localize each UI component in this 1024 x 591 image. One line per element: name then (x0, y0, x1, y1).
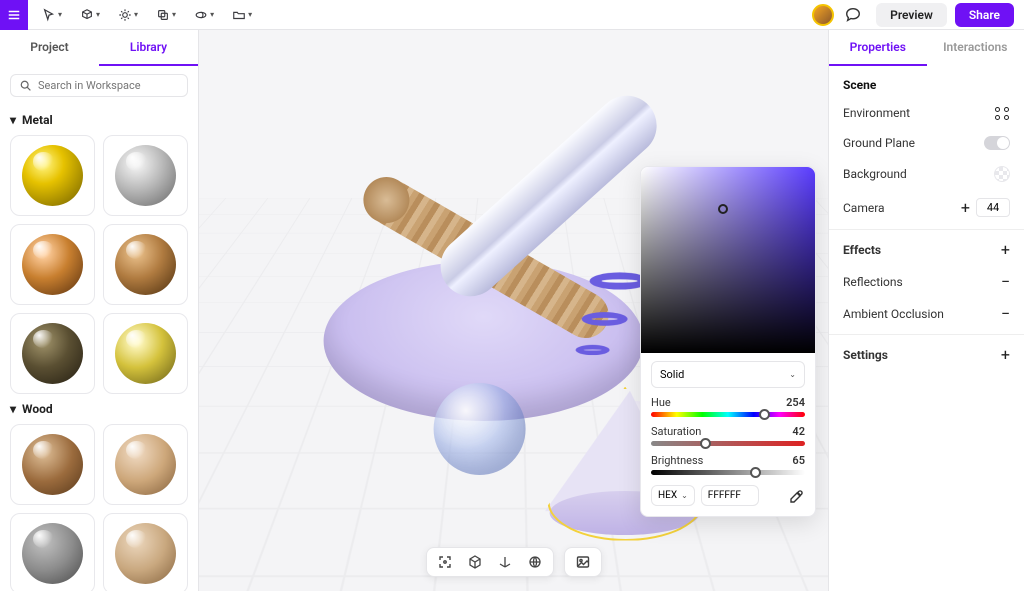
environment-presets-icon[interactable] (995, 107, 1010, 120)
image-view-icon[interactable] (575, 554, 591, 570)
hue-slider[interactable] (651, 412, 805, 417)
section-label-wood: Wood (22, 402, 53, 416)
glass-sphere-object[interactable] (433, 383, 525, 475)
tab-properties[interactable]: Properties (829, 30, 927, 66)
hue-label: Hue (651, 396, 671, 409)
fill-mode-label: Solid (660, 368, 684, 381)
reflections-label: Reflections (843, 275, 903, 289)
color-mode-label: HEX (658, 490, 677, 501)
material-dark-metal[interactable] (10, 313, 95, 394)
folder-tool[interactable]: ▾ (232, 8, 252, 22)
add-effect-button[interactable]: + (1001, 242, 1010, 258)
camera-fov-input[interactable] (976, 198, 1010, 217)
ring-object-2[interactable] (581, 312, 627, 326)
user-avatar[interactable] (812, 4, 834, 26)
material-wood-b[interactable] (103, 424, 188, 505)
chevron-down-icon: ⌄ (789, 370, 796, 379)
color-field-cursor[interactable] (718, 204, 728, 214)
section-head-wood[interactable]: ▾Wood (10, 402, 188, 416)
color-picker-panel: Solid ⌄ Hue 254 Saturation 42 Brightness 65 (640, 166, 816, 517)
material-bronze[interactable] (103, 224, 188, 305)
preview-button[interactable]: Preview (876, 3, 947, 27)
background-swatch[interactable] (994, 166, 1010, 182)
tab-interactions[interactable]: Interactions (927, 30, 1024, 66)
topbar: ▾ ▾ ▾ ▾ ▾ ▾ Preview Share (0, 0, 1024, 30)
material-wood-a[interactable] (10, 424, 95, 505)
tab-project[interactable]: Project (0, 30, 99, 66)
section-head-scene: Scene (829, 66, 1024, 98)
cube-tool[interactable]: ▾ (80, 8, 100, 22)
ground-plane-label: Ground Plane (843, 136, 915, 150)
material-brass[interactable] (103, 313, 188, 394)
main-menu-button[interactable] (0, 0, 28, 30)
tool-group: ▾ ▾ ▾ ▾ ▾ ▾ (28, 8, 252, 22)
material-silver[interactable] (103, 135, 188, 216)
material-wood-c[interactable] (10, 513, 95, 591)
material-copper[interactable] (10, 224, 95, 305)
remove-reflections-button[interactable]: − (1001, 274, 1010, 290)
share-button[interactable]: Share (955, 3, 1014, 27)
camera-add-button[interactable]: + (961, 200, 970, 216)
section-head-effects: Effects (843, 243, 881, 257)
background-label: Background (843, 167, 907, 181)
material-wood-d[interactable] (103, 513, 188, 591)
material-gold[interactable] (10, 135, 95, 216)
right-panel: Properties Interactions Scene Environmen… (828, 30, 1024, 591)
search-input[interactable] (38, 79, 179, 92)
saturation-slider[interactable] (651, 441, 805, 446)
scene-objects (293, 121, 673, 501)
wireframe-view-icon[interactable] (527, 554, 543, 570)
view-tools (426, 547, 602, 577)
brightness-label: Brightness (651, 454, 703, 467)
copy-tool[interactable]: ▾ (156, 8, 176, 22)
search-icon (19, 79, 32, 92)
add-setting-button[interactable]: + (1001, 347, 1010, 363)
eyedropper-icon[interactable] (789, 488, 805, 504)
material-tool[interactable]: ▾ (194, 8, 214, 22)
section-head-settings: Settings (843, 348, 888, 362)
section-label-metal: Metal (22, 113, 53, 127)
remove-ao-button[interactable]: − (1001, 306, 1010, 322)
ambient-occlusion-label: Ambient Occlusion (843, 307, 944, 321)
fill-mode-select[interactable]: Solid ⌄ (651, 361, 805, 388)
saturation-label: Saturation (651, 425, 701, 438)
tab-library[interactable]: Library (99, 30, 198, 66)
camera-label: Camera (843, 201, 885, 215)
saturation-value: 42 (792, 425, 805, 438)
left-panel: Project Library ▾Metal (0, 30, 199, 591)
section-head-metal[interactable]: ▾Metal (10, 113, 188, 127)
cursor-tool[interactable]: ▾ (42, 8, 62, 22)
ground-plane-toggle[interactable] (984, 136, 1010, 150)
brightness-slider[interactable] (651, 470, 805, 475)
brightness-value: 65 (792, 454, 805, 467)
color-mode-select[interactable]: HEX⌄ (651, 485, 695, 506)
viewport[interactable]: Solid ⌄ Hue 254 Saturation 42 Brightness 65 (199, 30, 828, 591)
color-field[interactable] (641, 167, 815, 353)
environment-label: Environment (843, 106, 910, 120)
ring-object-3[interactable] (575, 344, 609, 354)
hex-input[interactable] (701, 485, 759, 506)
search-input-wrap[interactable] (10, 74, 188, 97)
frame-view-icon[interactable] (437, 554, 453, 570)
light-tool[interactable]: ▾ (118, 8, 138, 22)
hue-value: 254 (786, 396, 805, 409)
axis-view-icon[interactable] (497, 554, 513, 570)
comments-icon[interactable] (844, 6, 862, 24)
orbit-view-icon[interactable] (467, 554, 483, 570)
